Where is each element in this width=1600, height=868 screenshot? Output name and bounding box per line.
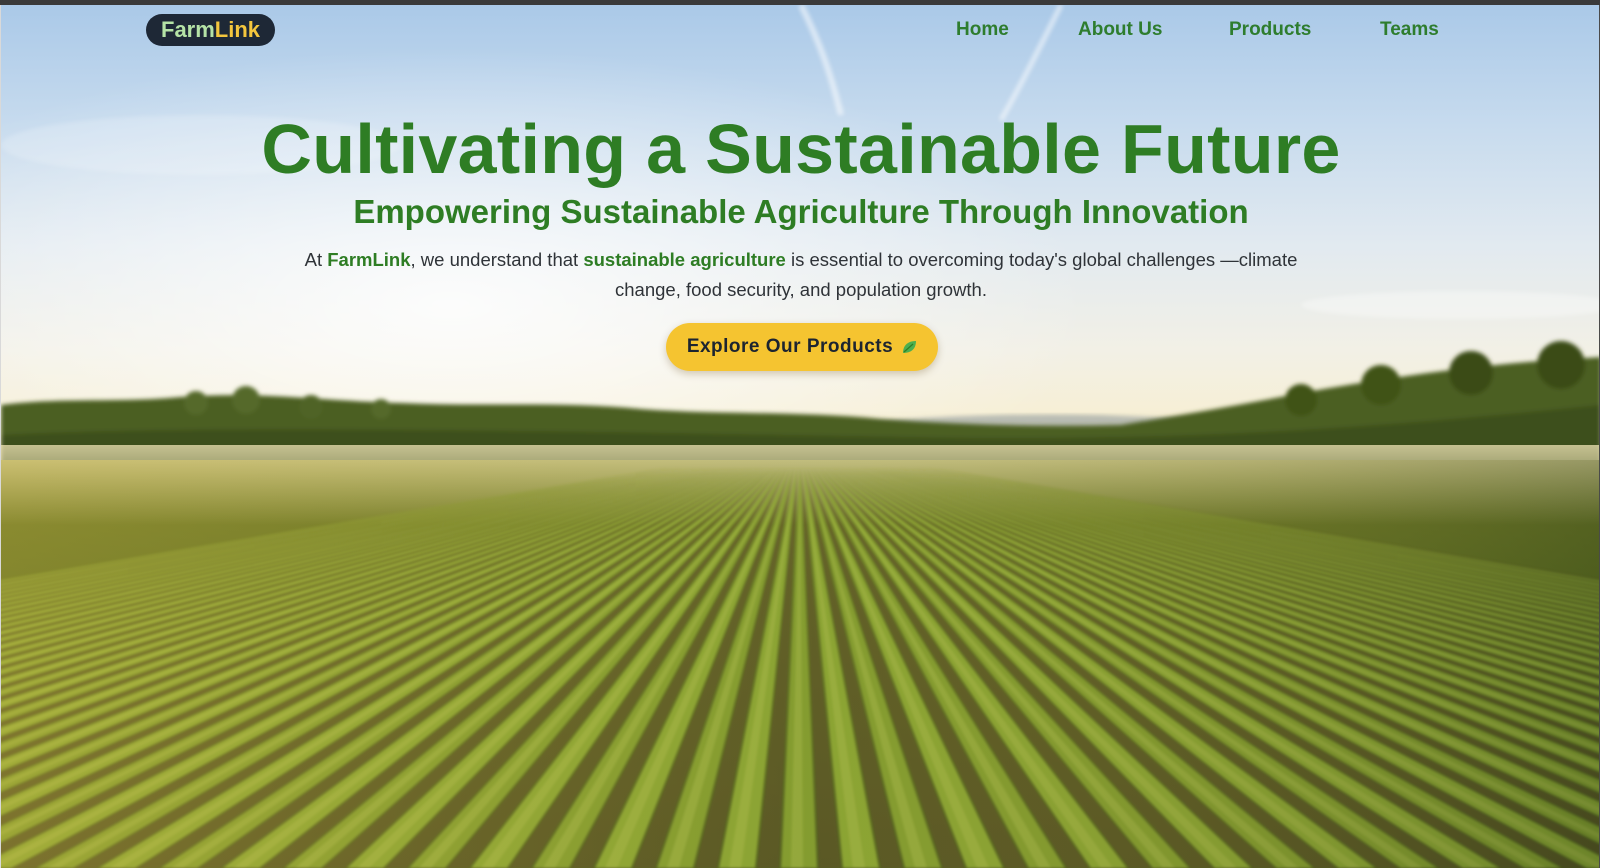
hero-text-emphasis: sustainable agriculture: [583, 249, 786, 270]
hero-title: Cultivating a Sustainable Future: [261, 110, 1341, 188]
hero-text-part: , we understand that: [410, 249, 584, 270]
hero-text-part: At: [304, 249, 328, 270]
hero-description: At FarmLink, we understand that sustaina…: [301, 245, 1301, 305]
nav-link-products[interactable]: Products: [1229, 19, 1311, 41]
nav-links: Home About Us Products Teams: [1, 19, 1599, 47]
nav-link-teams[interactable]: Teams: [1380, 19, 1439, 41]
hero-subtitle: Empowering Sustainable Agriculture Throu…: [353, 193, 1249, 230]
explore-products-label: Explore Our Products: [686, 336, 894, 357]
hero-text-brand: FarmLink: [327, 249, 411, 270]
explore-products-button[interactable]: Explore Our Products: [666, 323, 938, 371]
top-navigation: FarmLink Home About Us Products Teams: [1, 5, 1599, 57]
leaf-icon: [901, 339, 917, 355]
nav-link-about-us[interactable]: About Us: [1078, 19, 1162, 41]
page-viewport: FarmLink Home About Us Products Teams Cu…: [0, 5, 1600, 868]
nav-link-home[interactable]: Home: [956, 19, 1009, 41]
